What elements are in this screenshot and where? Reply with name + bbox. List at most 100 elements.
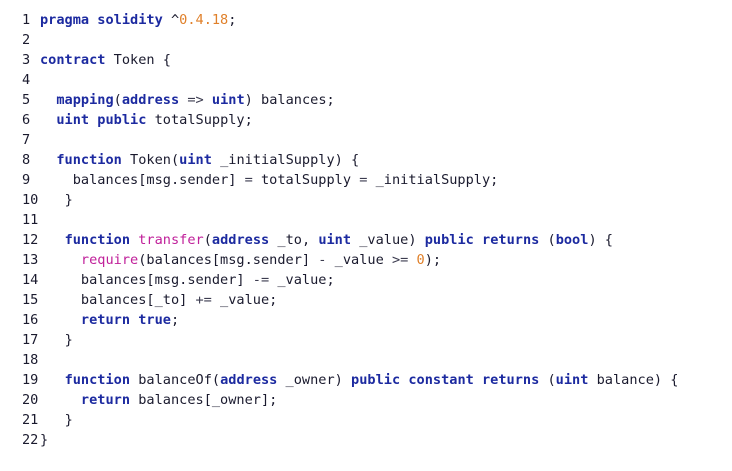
code-line: 4 bbox=[0, 70, 732, 90]
code-token: } bbox=[40, 432, 49, 448]
code-token: ); bbox=[424, 252, 442, 268]
code-token: -= bbox=[252, 272, 270, 288]
code-token: 0 bbox=[416, 252, 425, 268]
code-token: balanceOf( bbox=[130, 372, 221, 388]
code-token: 0.4.18 bbox=[179, 12, 229, 28]
code-token: _value) bbox=[351, 232, 425, 248]
line-number: 21 bbox=[22, 412, 39, 428]
line-number: 15 bbox=[22, 292, 39, 308]
line-number: 1 bbox=[22, 12, 31, 28]
code-token: _value bbox=[326, 252, 392, 268]
code-token: function bbox=[56, 152, 122, 168]
code-token: balances[_to] bbox=[80, 292, 196, 308]
code-token: totalSupply; bbox=[146, 112, 253, 128]
code-token: _value; bbox=[211, 292, 278, 308]
line-number: 12 bbox=[22, 232, 39, 248]
code-line: 5 mapping(address => uint) balances; bbox=[0, 90, 732, 110]
code-line: 18 bbox=[0, 350, 732, 370]
code-token: transfer bbox=[138, 232, 204, 248]
code-line: 6 uint public totalSupply; bbox=[0, 110, 732, 130]
code-line: 7 bbox=[0, 130, 732, 150]
code-token: mapping bbox=[56, 92, 114, 108]
code-text: require(balances[msg.sender] - _value >=… bbox=[40, 250, 441, 270]
line-number: 17 bbox=[22, 332, 39, 348]
code-token: ( bbox=[539, 232, 556, 248]
code-token: public returns bbox=[424, 232, 540, 248]
code-token: uint bbox=[318, 232, 352, 248]
code-token: pragma solidity bbox=[40, 12, 163, 28]
code-text: balances[msg.sender] = totalSupply = _in… bbox=[40, 170, 499, 190]
code-token: uint bbox=[179, 152, 212, 168]
code-token: address bbox=[211, 232, 270, 248]
code-token: balances[msg.sender] bbox=[72, 172, 245, 188]
code-token: } bbox=[64, 192, 73, 208]
code-token: _initialSupply; bbox=[367, 172, 499, 188]
line-number: 7 bbox=[22, 132, 31, 148]
code-token: ; bbox=[228, 12, 237, 28]
code-token: uint bbox=[211, 92, 245, 108]
code-token: address bbox=[220, 372, 278, 388]
code-line: 17 } bbox=[0, 330, 732, 350]
code-token: return bbox=[80, 392, 131, 408]
code-text: } bbox=[40, 430, 48, 450]
line-number: 5 bbox=[22, 92, 31, 108]
code-line: 12 function transfer(address _to, uint _… bbox=[0, 230, 732, 250]
line-number: 2 bbox=[22, 32, 31, 48]
code-token: function bbox=[64, 372, 131, 388]
code-text: function transfer(address _to, uint _val… bbox=[40, 230, 613, 250]
code-line: 19 function balanceOf(address _owner) pu… bbox=[0, 370, 732, 390]
code-text: function balanceOf(address _owner) publi… bbox=[40, 370, 679, 390]
code-line: 13 require(balances[msg.sender] - _value… bbox=[0, 250, 732, 270]
code-token: >= bbox=[391, 252, 409, 268]
code-token: ; bbox=[170, 312, 180, 328]
line-number: 10 bbox=[22, 192, 39, 208]
code-token: ( bbox=[203, 232, 212, 248]
code-token: function bbox=[64, 232, 131, 248]
code-line: 8 function Token(uint _initialSupply) { bbox=[0, 150, 732, 170]
code-text: balances[_to] += _value; bbox=[40, 290, 277, 310]
code-token: contract bbox=[40, 52, 106, 68]
code-token: uint bbox=[555, 372, 589, 388]
code-token: bool bbox=[555, 232, 589, 248]
code-line: 16 return true; bbox=[0, 310, 732, 330]
code-token: ( bbox=[539, 372, 556, 388]
code-token: balances[_owner]; bbox=[130, 392, 278, 408]
code-token: totalSupply bbox=[252, 172, 360, 188]
code-text: return balances[_owner]; bbox=[40, 390, 277, 410]
code-text: pragma solidity ^0.4.18; bbox=[40, 10, 236, 30]
code-token: address bbox=[121, 92, 180, 108]
line-number: 16 bbox=[22, 312, 39, 328]
code-token: public constant returns bbox=[351, 372, 540, 388]
code-line: 11 bbox=[0, 210, 732, 230]
code-text: balances[msg.sender] -= _value; bbox=[40, 270, 335, 290]
code-line: 20 return balances[_owner]; bbox=[0, 390, 732, 410]
code-text: mapping(address => uint) balances; bbox=[40, 90, 334, 110]
code-text: function Token(uint _initialSupply) { bbox=[40, 150, 359, 170]
code-token: balance) { bbox=[588, 372, 679, 388]
code-listing: 1 pragma solidity ^0.4.18; 2 3 contract Toke… bbox=[0, 10, 732, 450]
code-text: } bbox=[40, 410, 73, 430]
code-line: 15 balances[_to] += _value; bbox=[0, 290, 732, 310]
code-token: ( bbox=[113, 92, 122, 108]
code-token: Token( bbox=[121, 152, 180, 168]
code-token: ^ bbox=[162, 12, 180, 28]
code-token: _initialSupply) { bbox=[211, 152, 360, 168]
code-text: return true; bbox=[40, 310, 179, 330]
line-number: 9 bbox=[22, 172, 31, 188]
code-line: 10 } bbox=[0, 190, 732, 210]
code-token: _owner) bbox=[277, 372, 352, 388]
